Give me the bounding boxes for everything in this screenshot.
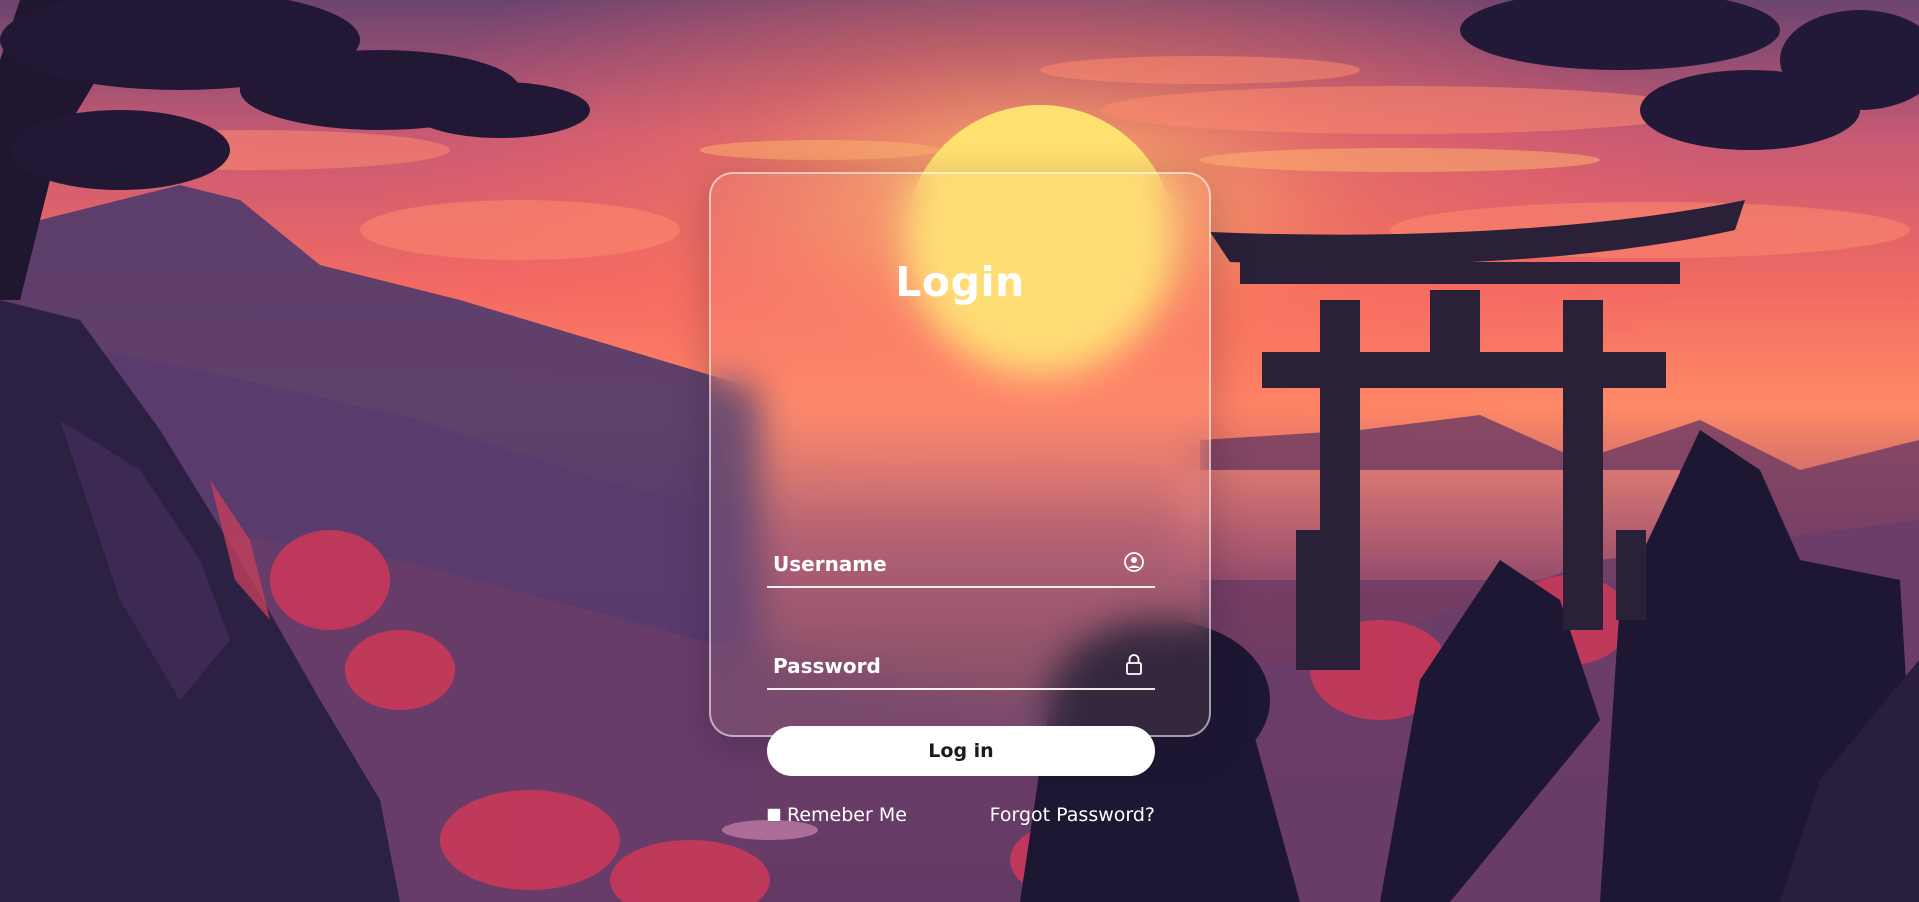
login-button[interactable]: Log in bbox=[767, 726, 1155, 776]
password-input[interactable] bbox=[773, 654, 1115, 678]
remember-me[interactable]: Remeber Me bbox=[767, 804, 907, 826]
username-field bbox=[767, 530, 1155, 588]
forgot-password-link[interactable]: Forgot Password? bbox=[990, 804, 1155, 826]
user-circle-icon bbox=[1123, 550, 1145, 574]
login-card: Login Log in Remeber Me Forgot Password? bbox=[709, 172, 1211, 826]
remember-label: Remeber Me bbox=[787, 804, 907, 826]
username-input[interactable] bbox=[773, 552, 1115, 576]
login-title: Login bbox=[895, 258, 1025, 306]
password-field bbox=[767, 632, 1155, 690]
remember-checkbox[interactable] bbox=[767, 808, 781, 822]
login-options-row: Remeber Me Forgot Password? bbox=[767, 804, 1155, 830]
lock-icon bbox=[1123, 652, 1145, 676]
